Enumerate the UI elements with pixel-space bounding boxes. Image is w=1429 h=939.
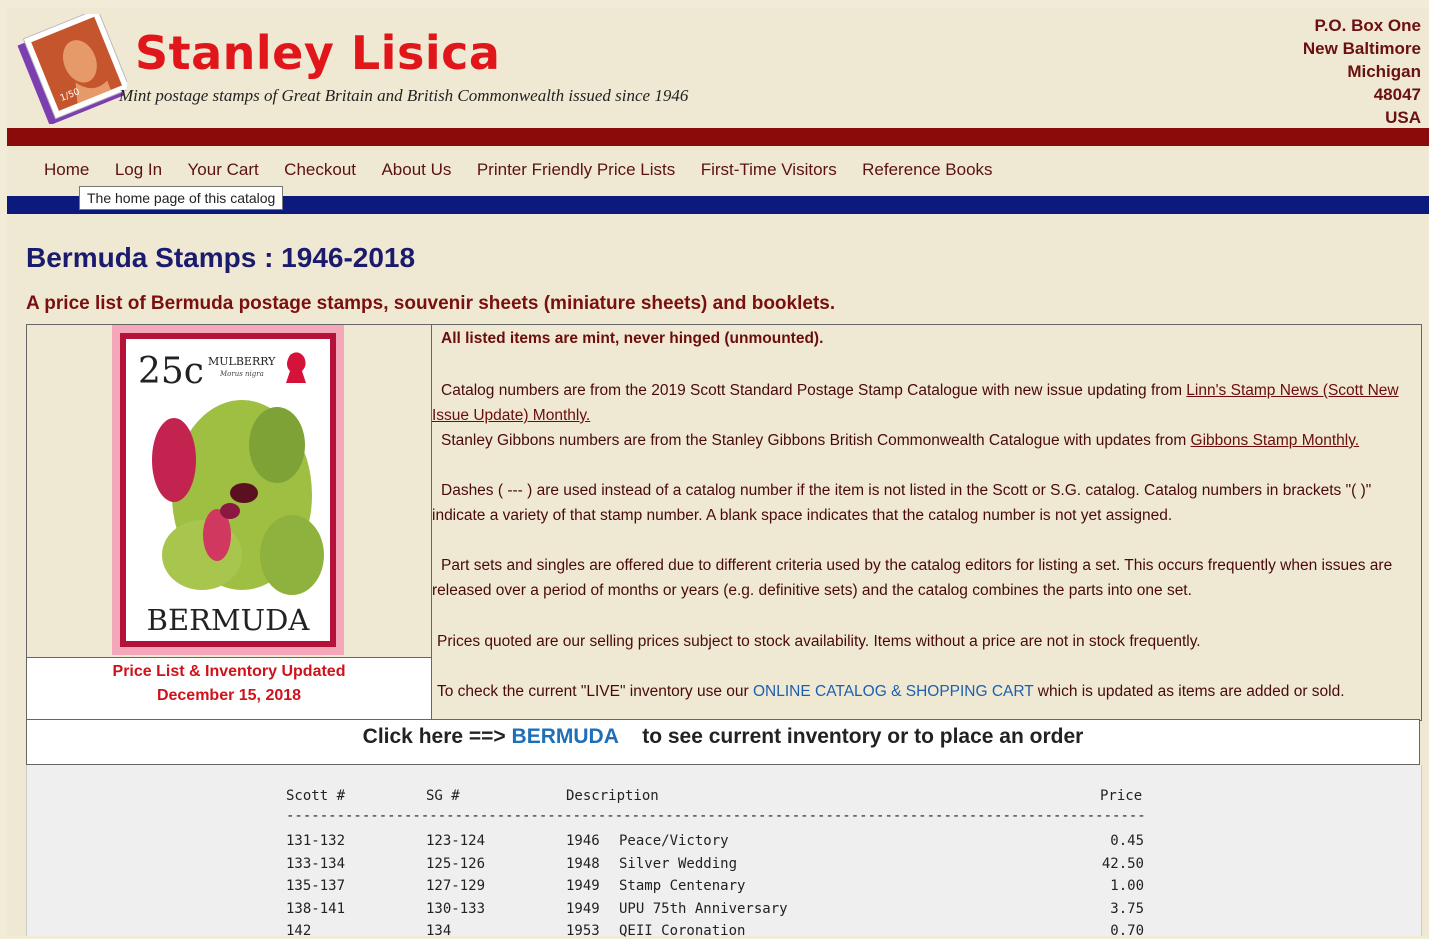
page: 1/50 Stanley Lisica Mint postage stamps … bbox=[7, 8, 1429, 939]
page-title: Bermuda Stamps : 1946-2018 bbox=[26, 242, 416, 273]
stamp-latin-text: Morus nigra bbox=[219, 370, 264, 378]
main-nav: Home Log In Your Cart Checkout About Us … bbox=[44, 160, 1014, 184]
price-list: Scott # SG # Description Price ---------… bbox=[26, 765, 1422, 939]
nav-first-time-visitors[interactable]: First-Time Visitors bbox=[701, 160, 837, 179]
header-description: Description bbox=[566, 788, 659, 804]
scott-catalog-text: Catalog numbers are from the 2019 Scott … bbox=[441, 382, 1187, 399]
nav-printer-friendly-price-lists[interactable]: Printer Friendly Price Lists bbox=[477, 160, 675, 179]
header-scott: Scott # bbox=[286, 788, 346, 804]
update-line-1: Price List & Inventory Updated bbox=[112, 663, 346, 680]
mint-notice: All listed items are mint, never hinged … bbox=[441, 330, 824, 347]
scott-cell: 131-132 bbox=[286, 833, 346, 849]
gibbons-stamp-monthly-link[interactable]: Gibbons Stamp Monthly. bbox=[1191, 432, 1360, 449]
address-line: Michigan bbox=[1347, 62, 1421, 81]
site-tagline: Mint postage stamps of Great Britain and… bbox=[119, 86, 689, 105]
update-date: December 15, 2018 bbox=[156, 687, 302, 704]
description-cell: Peace/Victory bbox=[619, 833, 729, 849]
year-cell: 1953 bbox=[566, 923, 600, 939]
scott-cell: 135-137 bbox=[286, 878, 346, 894]
nav-your-cart[interactable]: Your Cart bbox=[188, 160, 259, 179]
order-banner: Click here ==> BERMUDA to see current in… bbox=[26, 719, 1420, 765]
nav-home[interactable]: Home bbox=[44, 160, 89, 179]
description-cell: Stamp Centenary bbox=[619, 878, 746, 894]
gibbons-catalog-text: Stanley Gibbons numbers are from the Sta… bbox=[441, 432, 1191, 449]
scott-cell: 142 bbox=[286, 923, 312, 939]
scott-cell: 133-134 bbox=[286, 856, 346, 872]
info-table: 25c MULBERRY Morus nigra BERMUDA Price L… bbox=[26, 324, 1422, 721]
order-banner-prefix: Click here ==> bbox=[362, 725, 512, 748]
update-notice: Price List & Inventory Updated December … bbox=[27, 657, 431, 720]
sg-cell: 130-133 bbox=[426, 901, 486, 917]
prices-note: Prices quoted are our selling prices sub… bbox=[437, 633, 1201, 650]
price-cell: 1.00 bbox=[1110, 878, 1144, 894]
header-sg: SG # bbox=[426, 788, 460, 804]
stamp-name-text: MULBERRY bbox=[208, 355, 276, 368]
order-banner-suffix: to see current inventory or to place an … bbox=[642, 725, 1084, 748]
header-price: Price bbox=[1100, 788, 1143, 804]
online-catalog-link[interactable]: ONLINE CATALOG & SHOPPING CART bbox=[753, 683, 1034, 700]
nav-about-us[interactable]: About Us bbox=[381, 160, 451, 179]
bermuda-catalog-link[interactable]: BERMUDA bbox=[512, 725, 619, 748]
live-inventory-text-end: which is updated as items are added or s… bbox=[1033, 683, 1345, 700]
page-subtitle: A price list of Bermuda postage stamps, … bbox=[26, 293, 836, 314]
sg-cell: 125-126 bbox=[426, 856, 486, 872]
year-cell: 1946 bbox=[566, 833, 600, 849]
stamp-cell: 25c MULBERRY Morus nigra BERMUDA Price L… bbox=[27, 325, 432, 720]
live-inventory-note: To check the current "LIVE" inventory us… bbox=[437, 679, 1345, 704]
scott-catalog-note: Catalog numbers are from the 2019 Scott … bbox=[432, 378, 1412, 428]
address-block: P.O. Box One New Baltimore Michigan 4804… bbox=[1303, 14, 1421, 129]
live-inventory-text: To check the current "LIVE" inventory us… bbox=[437, 683, 753, 700]
stamp-logo-icon[interactable]: 1/50 bbox=[12, 14, 127, 124]
gibbons-catalog-note: Stanley Gibbons numbers are from the Sta… bbox=[441, 428, 1359, 453]
nav-tooltip: The home page of this catalog bbox=[79, 186, 284, 210]
header-divider: ----------------------------------------… bbox=[286, 808, 1144, 824]
address-line: New Baltimore bbox=[1302, 39, 1421, 58]
year-cell: 1949 bbox=[566, 878, 600, 894]
address-line: P.O. Box One bbox=[1314, 16, 1421, 35]
nav-reference-books[interactable]: Reference Books bbox=[862, 160, 992, 179]
year-cell: 1948 bbox=[566, 856, 600, 872]
stamp-value-text: 25c bbox=[138, 351, 204, 392]
address-line: 48047 bbox=[1373, 85, 1421, 104]
sg-cell: 127-129 bbox=[426, 878, 486, 894]
bermuda-stamp-image: 25c MULBERRY Morus nigra BERMUDA bbox=[112, 325, 344, 655]
year-cell: 1949 bbox=[566, 901, 600, 917]
sg-cell: 134 bbox=[426, 923, 452, 939]
nav-log-in[interactable]: Log In bbox=[115, 160, 162, 179]
description-cell: QEII Coronation bbox=[619, 923, 746, 939]
address-line: USA bbox=[1385, 108, 1421, 127]
info-text-cell: All listed items are mint, never hinged … bbox=[432, 325, 1421, 720]
price-cell: 42.50 bbox=[1101, 856, 1144, 872]
nav-checkout[interactable]: Checkout bbox=[284, 160, 356, 179]
description-cell: UPU 75th Anniversary bbox=[619, 901, 788, 917]
scott-cell: 138-141 bbox=[286, 901, 346, 917]
price-cell: 0.45 bbox=[1110, 833, 1144, 849]
price-cell: 3.75 bbox=[1110, 901, 1144, 917]
description-cell: Silver Wedding bbox=[619, 856, 738, 872]
part-sets-note: Part sets and singles are offered due to… bbox=[432, 557, 1393, 599]
stamp-country-text: BERMUDA bbox=[147, 603, 311, 637]
site-title[interactable]: Stanley Lisica bbox=[135, 26, 500, 80]
price-cell: 0.70 bbox=[1110, 923, 1144, 939]
dashes-note: Dashes ( --- ) are used instead of a cat… bbox=[432, 482, 1372, 524]
header-red-bar bbox=[7, 128, 1429, 146]
sg-cell: 123-124 bbox=[426, 833, 486, 849]
